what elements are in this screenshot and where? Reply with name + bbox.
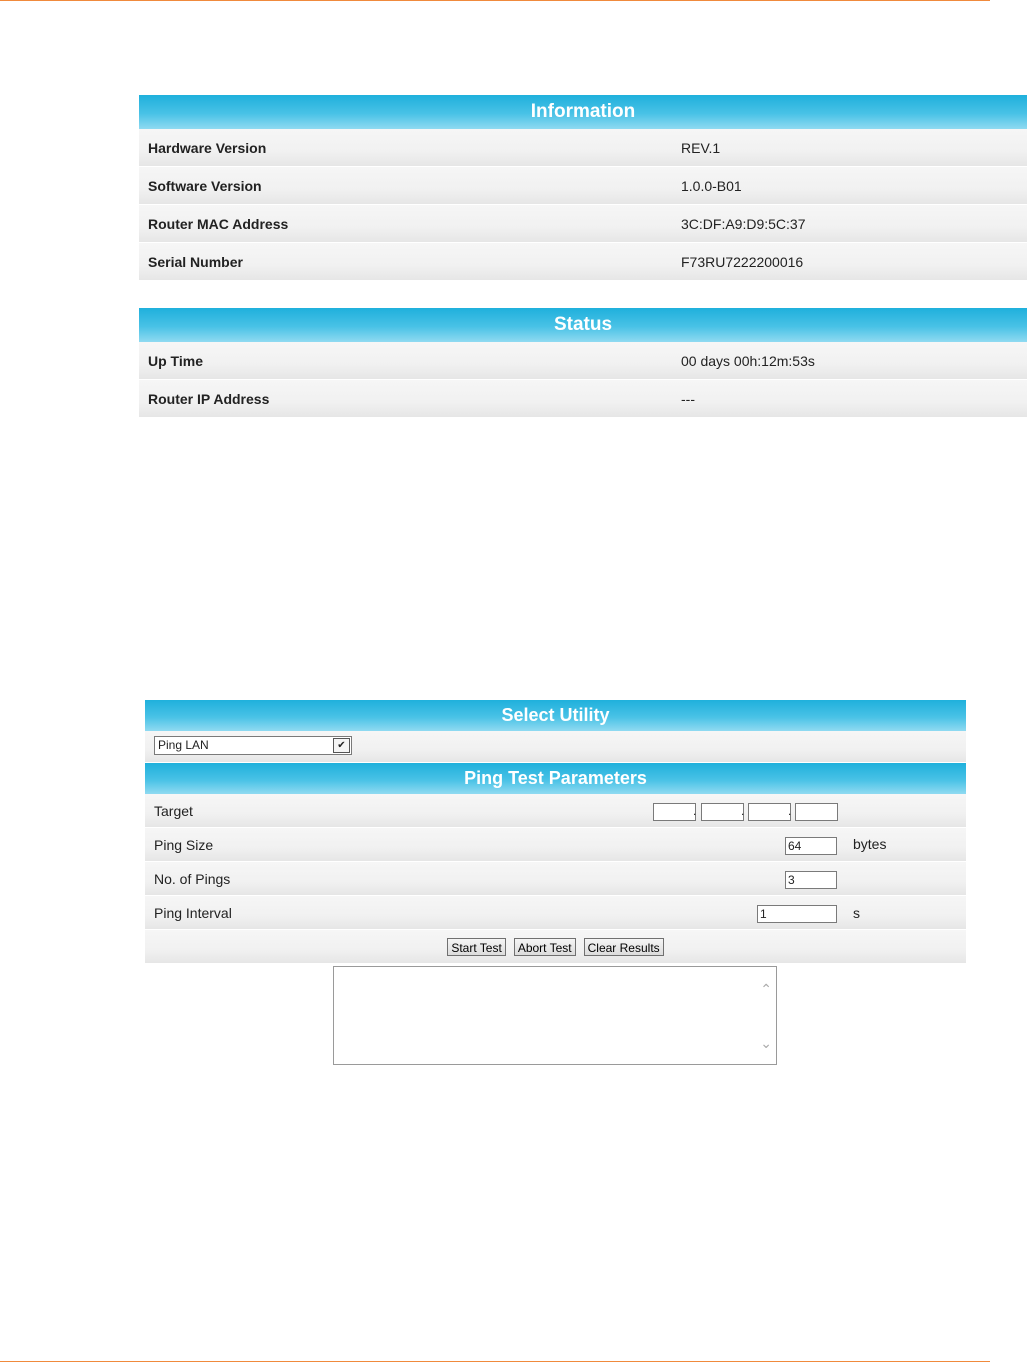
info-row-software: Software Version 1.0.0-B01 [139, 167, 1027, 205]
ping-interval-row: Ping Interval s [145, 896, 966, 930]
info-label: Software Version [148, 177, 262, 194]
utility-select-value: Ping LAN [158, 738, 209, 752]
info-label: Serial Number [148, 253, 243, 270]
info-value: 3C:DF:A9:D9:5C:37 [681, 215, 806, 232]
ping-size-unit: bytes [853, 836, 887, 852]
utility-select-row: Ping LAN ✔ [145, 731, 966, 763]
target-octet-1-input[interactable] [653, 803, 696, 821]
target-octet-4-input[interactable] [795, 803, 838, 821]
top-divider [0, 0, 990, 1]
info-value: REV.1 [681, 139, 721, 156]
select-utility-header: Select Utility [145, 700, 966, 731]
abort-test-button[interactable]: Abort Test [513, 937, 576, 956]
scroll-down-icon[interactable]: ⌄ [760, 1035, 772, 1052]
status-row-uptime: Up Time 00 days 00h:12m:53s [139, 342, 1027, 380]
chevron-down-icon[interactable]: ✔ [333, 738, 350, 753]
utility-select[interactable]: Ping LAN ✔ [154, 736, 352, 755]
ping-interval-label: Ping Interval [154, 904, 232, 921]
status-value: 00 days 00h:12m:53s [681, 352, 815, 369]
ping-target-row: Target . . . [145, 794, 966, 828]
ping-size-label: Ping Size [154, 836, 214, 853]
info-label: Router MAC Address [148, 215, 289, 232]
target-octet-2-input[interactable] [701, 803, 744, 821]
status-row-ip: Router IP Address --- [139, 380, 1027, 418]
target-octet-3-input[interactable] [748, 803, 791, 821]
status-panel: Status Up Time 00 days 00h:12m:53s Route… [139, 308, 1027, 418]
info-label: Hardware Version [148, 139, 267, 156]
information-header: Information [139, 95, 1027, 129]
target-label: Target [154, 802, 193, 819]
info-value: 1.0.0-B01 [681, 177, 742, 194]
status-header: Status [139, 308, 1027, 342]
octet-separator: . [788, 804, 792, 818]
status-label: Up Time [148, 352, 203, 369]
info-row-mac: Router MAC Address 3C:DF:A9:D9:5C:37 [139, 205, 1027, 243]
clear-results-button[interactable]: Clear Results [583, 937, 664, 956]
ping-count-input[interactable] [785, 871, 837, 889]
ping-count-label: No. of Pings [154, 870, 231, 887]
info-value: F73RU7222200016 [681, 253, 804, 270]
ping-size-input[interactable] [785, 837, 837, 855]
utility-panel: Select Utility Ping LAN ✔ Ping Test Para… [145, 700, 966, 964]
ping-interval-unit: s [853, 905, 860, 921]
status-label: Router IP Address [148, 390, 270, 407]
ping-params-header: Ping Test Parameters [145, 763, 966, 794]
information-panel: Information Hardware Version REV.1 Softw… [139, 95, 1027, 281]
start-test-button[interactable]: Start Test [447, 937, 506, 956]
bottom-divider [0, 1361, 990, 1362]
ping-buttons-row: Start Test Abort Test Clear Results [145, 930, 966, 964]
info-row-hardware: Hardware Version REV.1 [139, 129, 1027, 167]
scroll-up-icon[interactable]: ⌃ [760, 981, 772, 998]
ping-count-row: No. of Pings [145, 862, 966, 896]
ping-size-row: Ping Size bytes [145, 828, 966, 862]
info-row-serial: Serial Number F73RU7222200016 [139, 243, 1027, 281]
octet-separator: . [693, 804, 697, 818]
ping-results-textarea[interactable]: ⌃ ⌄ [333, 966, 777, 1065]
ping-interval-input[interactable] [757, 905, 837, 923]
status-value: --- [681, 390, 695, 407]
octet-separator: . [741, 804, 745, 818]
